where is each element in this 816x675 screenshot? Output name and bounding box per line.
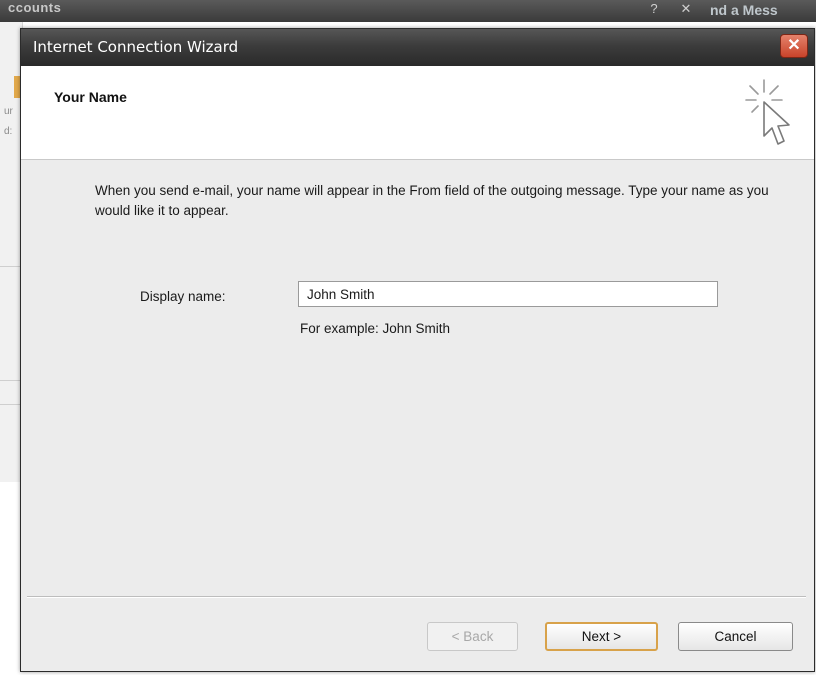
background-window-title-right: nd a Mess [710, 2, 778, 18]
background-text-fragment: d: [4, 126, 13, 137]
example-hint: For example: John Smith [300, 321, 451, 336]
display-name-label: Display name: [140, 289, 226, 304]
dialog-titlebar[interactable]: Internet Connection Wizard ✕ [21, 29, 814, 66]
background-close-button[interactable]: ✕ [672, 0, 700, 20]
wizard-cursor-sparkle-icon [745, 79, 790, 145]
internet-connection-wizard-dialog: Internet Connection Wizard ✕ Your Name W… [20, 28, 815, 672]
background-text-fragment: ur [4, 106, 13, 117]
background-divider [0, 266, 22, 267]
page-title: Your Name [54, 89, 127, 105]
background-window-title: ccounts [8, 0, 62, 15]
background-divider [0, 380, 22, 381]
next-button[interactable]: Next > [545, 622, 658, 651]
background-divider [0, 404, 22, 405]
cancel-button[interactable]: Cancel [678, 622, 793, 651]
back-button[interactable]: < Back [427, 622, 518, 651]
display-name-input[interactable] [298, 281, 718, 307]
dialog-title: Internet Connection Wizard [33, 38, 239, 56]
close-button[interactable]: ✕ [780, 34, 808, 58]
background-window-titlebar: ccounts ? ✕ nd a Mess [0, 0, 816, 22]
background-help-button[interactable]: ? [640, 0, 668, 20]
footer-divider [27, 596, 806, 598]
wizard-header: Your Name [21, 66, 814, 160]
intro-text: When you send e-mail, your name will app… [95, 183, 769, 218]
